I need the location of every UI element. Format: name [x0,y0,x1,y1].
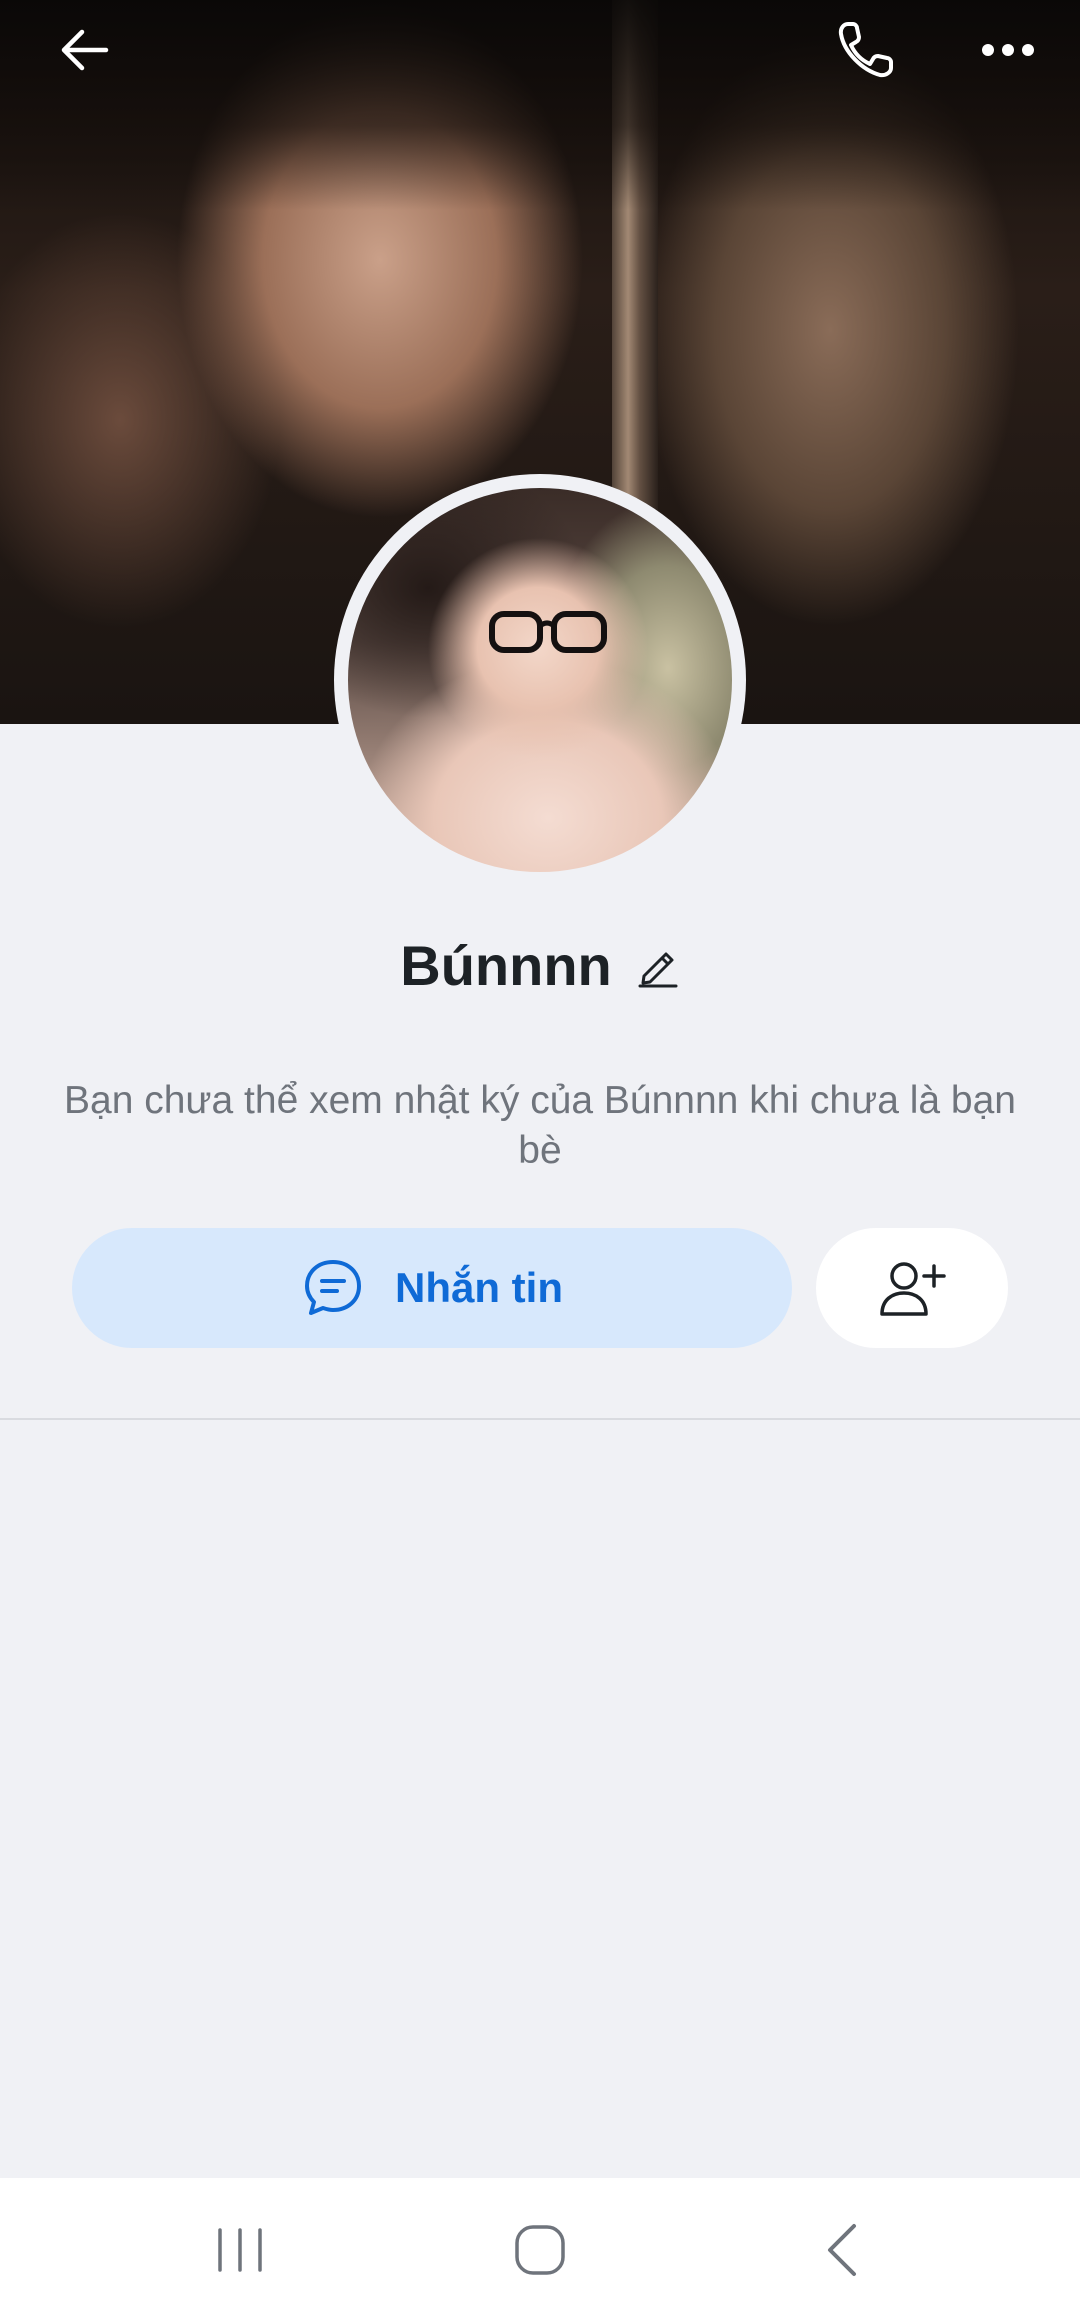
arrow-left-icon [61,29,109,71]
profile-name: Búnnnn [400,934,612,997]
recents-icon [218,2228,262,2272]
home-button[interactable] [450,2178,630,2322]
call-button[interactable] [818,14,914,86]
recents-button[interactable] [150,2178,330,2322]
back-chevron-icon [828,2224,856,2276]
chat-bubble-icon [305,1260,361,1315]
more-button[interactable] [960,14,1056,86]
system-back-button[interactable] [752,2178,932,2322]
avatar[interactable] [348,488,732,872]
cover-photo-shade [0,0,1080,210]
avatar-glasses-detail [489,611,607,653]
profile-name-row: Búnnnn [0,924,1080,1008]
message-button-label: Nhắn tin [395,1264,563,1311]
phone-icon [838,22,893,78]
pencil-icon[interactable] [636,944,680,988]
add-friend-button[interactable] [816,1228,1008,1348]
section-divider [0,1418,1080,1420]
privacy-notice: Bạn chưa thể xem nhật ký của Búnnnn khi … [64,1079,1016,1172]
system-navigation-bar [0,2178,1080,2322]
more-horizontal-icon [982,44,1034,56]
add-user-icon [880,1262,946,1316]
message-button[interactable]: Nhắn tin [72,1228,792,1348]
home-icon [515,2225,565,2275]
back-button[interactable] [36,14,132,86]
